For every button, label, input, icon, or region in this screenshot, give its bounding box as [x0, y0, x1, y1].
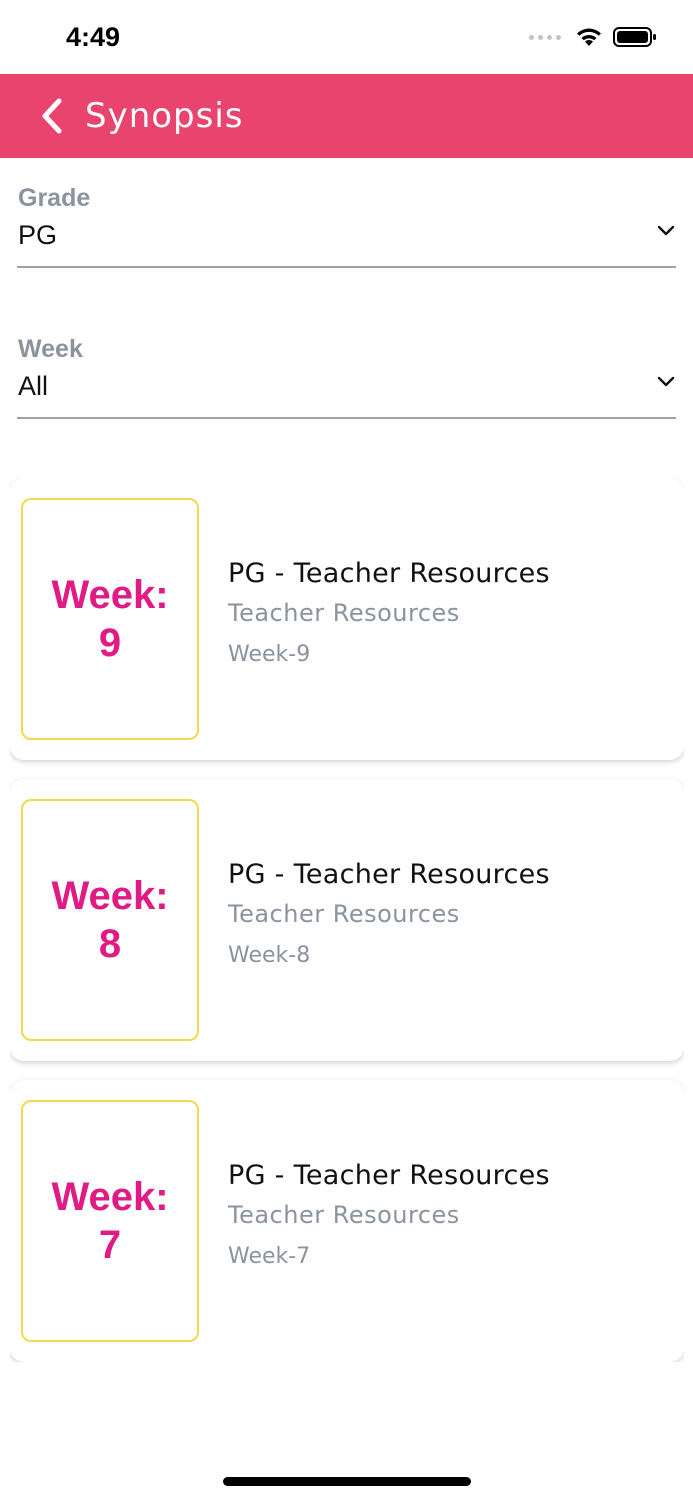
- card-title: PG - Teacher Resources: [228, 1160, 550, 1191]
- thumbnail-week-label: Week:: [51, 573, 169, 617]
- week-select[interactable]: All: [17, 365, 676, 419]
- week-thumbnail: Week: 7: [21, 1100, 199, 1342]
- thumbnail-week-number: 9: [98, 621, 122, 665]
- week-label: Week: [18, 335, 83, 363]
- status-bar: 4:49: [0, 0, 693, 74]
- resource-card[interactable]: Week: 7 PG - Teacher Resources Teacher R…: [10, 1080, 684, 1362]
- status-time: 4:49: [66, 22, 121, 52]
- week-value: All: [18, 371, 49, 401]
- card-subtitle: Teacher Resources: [228, 900, 460, 928]
- card-week: Week-7: [228, 1244, 311, 1269]
- week-thumbnail: Week: 8: [21, 799, 199, 1041]
- resource-card[interactable]: Week: 9 PG - Teacher Resources Teacher R…: [10, 478, 684, 760]
- thumbnail-week-label: Week:: [51, 1175, 169, 1219]
- wifi-icon: [577, 28, 601, 46]
- card-week: Week-9: [228, 642, 311, 667]
- card-week: Week-8: [228, 943, 311, 968]
- chevron-down-icon: [657, 376, 675, 387]
- thumbnail-week-label: Week:: [51, 874, 169, 918]
- back-button[interactable]: [30, 88, 74, 144]
- chevron-down-icon: [657, 225, 675, 236]
- card-title: PG - Teacher Resources: [228, 859, 550, 890]
- status-icons: [529, 26, 657, 48]
- week-thumbnail: Week: 9: [21, 498, 199, 740]
- grade-label: Grade: [18, 184, 91, 212]
- grade-value: PG: [18, 220, 58, 250]
- home-indicator[interactable]: [223, 1477, 471, 1486]
- thumbnail-week-number: 7: [98, 1223, 122, 1267]
- battery-icon: [613, 27, 656, 47]
- thumbnail-week-number: 8: [98, 922, 122, 966]
- signal-dots-icon: [529, 34, 561, 40]
- resource-card[interactable]: Week: 8 PG - Teacher Resources Teacher R…: [10, 779, 684, 1061]
- card-title: PG - Teacher Resources: [228, 558, 550, 589]
- page-title: Synopsis: [85, 96, 244, 136]
- card-subtitle: Teacher Resources: [228, 1201, 460, 1229]
- grade-select[interactable]: PG: [17, 214, 676, 268]
- card-subtitle: Teacher Resources: [228, 599, 460, 627]
- app-bar: Synopsis: [0, 74, 693, 158]
- chevron-left-icon: [42, 98, 62, 134]
- resource-list: Week: 9 PG - Teacher Resources Teacher R…: [10, 478, 684, 1362]
